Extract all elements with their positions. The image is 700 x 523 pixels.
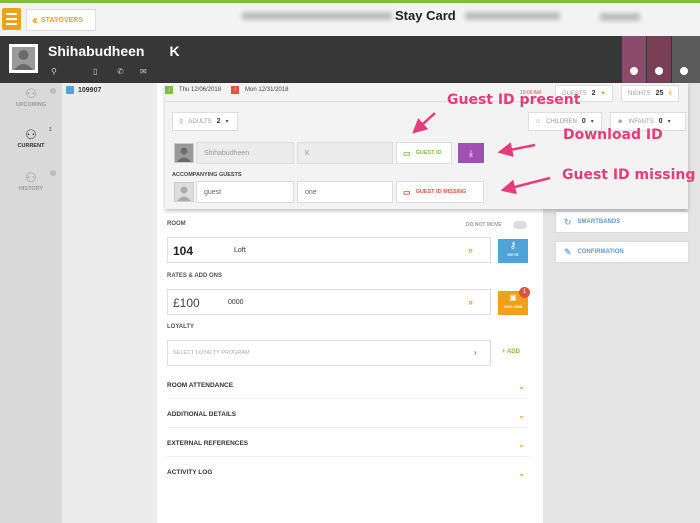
annotation-arrows	[412, 112, 551, 195]
